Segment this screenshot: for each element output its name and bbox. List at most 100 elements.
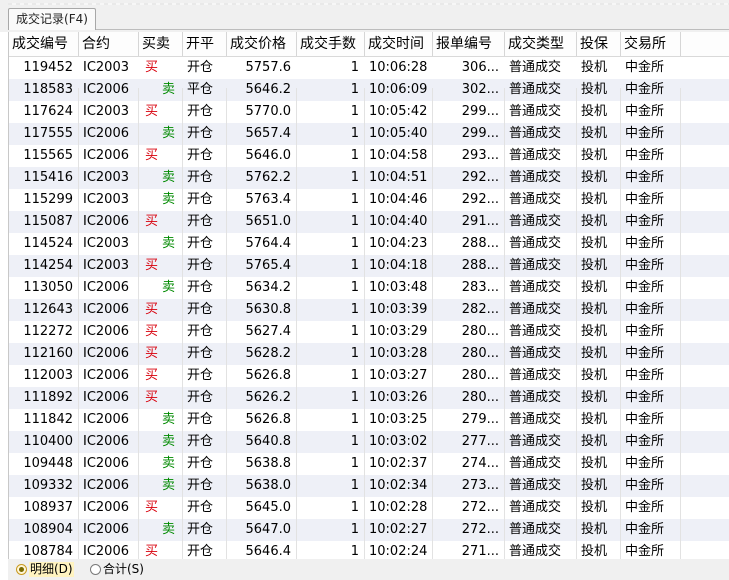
cell-open-close: 开仓 <box>187 280 214 295</box>
table-row[interactable]: 118583 IC2006 卖平仓 5646.2 1 10:06:09 302... 普通成交… <box>9 79 729 101</box>
cell-hedge-flag: 投机 <box>581 192 608 207</box>
column-header-exchange[interactable]: 交易所 <box>621 32 681 56</box>
table-row[interactable]: 117555 IC2006 卖开仓 5657.4 1 10:05:40 299... 普通成交… <box>9 123 729 145</box>
column-header-contract[interactable]: 合约 <box>79 32 139 56</box>
column-header-time[interactable]: 成交时间 <box>365 32 433 56</box>
cell-trade-id: 111892 <box>23 390 73 405</box>
cell-direction: 买 <box>145 324 159 339</box>
detail-radio-dot[interactable] <box>16 564 27 575</box>
cell-trade-type: 普通成交 <box>509 390 562 405</box>
cell-trade-id: 111842 <box>23 412 73 427</box>
column-header-hedge-flag[interactable]: 投保 <box>577 32 621 56</box>
column-separator <box>504 88 505 559</box>
column-header-volume[interactable]: 成交手数 <box>297 32 365 56</box>
cell-exchange: 中金所 <box>625 500 665 515</box>
cell-hedge-flag: 投机 <box>581 390 608 405</box>
cell-contract: IC2003 <box>83 60 129 75</box>
column-header-trade-id[interactable]: 成交编号 <box>9 32 79 56</box>
cell-exchange: 中金所 <box>625 390 665 405</box>
cell-time: 10:04:23 <box>369 236 428 251</box>
table-row[interactable]: 112643 IC2006 买 开仓 5630.8 1 10:03:39 282... 普通成交… <box>9 299 729 321</box>
column-header-open-close[interactable]: 开平 <box>183 32 227 56</box>
cell-trade-id: 115087 <box>23 214 73 229</box>
table-row[interactable]: 117624 IC2003 买 开仓 5770.0 1 10:05:42 299... 普通成交… <box>9 101 729 123</box>
table-row[interactable]: 109448 IC2006 卖开仓 5638.8 1 10:02:37 274... 普通成交… <box>9 453 729 475</box>
summary-radio-dot[interactable] <box>90 564 101 575</box>
cell-order-id: 288... <box>461 236 499 251</box>
cell-direction: 卖 <box>161 280 175 295</box>
cell-contract: IC2006 <box>83 280 129 295</box>
cell-hedge-flag: 投机 <box>581 170 608 185</box>
cell-hedge-flag: 投机 <box>581 126 608 141</box>
cell-volume: 1 <box>350 104 359 119</box>
cell-order-id: 306... <box>461 60 499 75</box>
table-row[interactable]: 112160 IC2006 买 开仓 5628.2 1 10:03:28 280... 普通成交… <box>9 343 729 365</box>
table-row[interactable]: 115299 IC2003 卖开仓 5763.4 1 10:04:46 292... 普通成交… <box>9 189 729 211</box>
summary-radio[interactable]: 合计(S) <box>90 562 144 577</box>
cell-order-id: 273... <box>461 478 499 493</box>
cell-hedge-flag: 投机 <box>581 302 608 317</box>
table-row[interactable]: 111892 IC2006 买 开仓 5626.2 1 10:03:26 280... 普通成交… <box>9 387 729 409</box>
cell-price: 5627.4 <box>245 324 292 339</box>
table-row[interactable]: 108937 IC2006 买 开仓 5645.0 1 10:02:28 272... 普通成交… <box>9 497 729 519</box>
table-row[interactable]: 111842 IC2006 卖开仓 5626.8 1 10:03:25 279... 普通成交… <box>9 409 729 431</box>
cell-price: 5646.0 <box>245 148 292 163</box>
table-row[interactable]: 114254 IC2003 买 开仓 5765.4 1 10:04:18 288... 普通成交… <box>9 255 729 277</box>
cell-hedge-flag: 投机 <box>581 258 608 273</box>
cell-price: 5657.4 <box>245 126 292 141</box>
cell-volume: 1 <box>350 456 359 471</box>
cell-hedge-flag: 投机 <box>581 104 608 119</box>
cell-hedge-flag: 投机 <box>581 522 608 537</box>
cell-order-id: 280... <box>461 324 499 339</box>
cell-order-id: 283... <box>461 280 499 295</box>
cell-open-close: 开仓 <box>187 258 214 273</box>
column-separator <box>78 88 79 559</box>
cell-trade-type: 普通成交 <box>509 346 562 361</box>
cell-order-id: 280... <box>461 346 499 361</box>
column-header-price[interactable]: 成交价格 <box>227 32 297 56</box>
column-header-trade-type[interactable]: 成交类型 <box>505 32 577 56</box>
table-row[interactable]: 115565 IC2006 买 开仓 5646.0 1 10:04:58 293... 普通成交… <box>9 145 729 167</box>
cell-time: 10:02:24 <box>369 544 428 559</box>
cell-order-id: 292... <box>461 170 499 185</box>
cell-exchange: 中金所 <box>625 236 665 251</box>
table-row[interactable]: 115416 IC2003 卖开仓 5762.2 1 10:04:51 292... 普通成交… <box>9 167 729 189</box>
cell-trade-id: 113050 <box>23 280 73 295</box>
table-row[interactable]: 115087 IC2006 买 开仓 5651.0 1 10:04:40 291... 普通成交… <box>9 211 729 233</box>
table-row[interactable]: 109332 IC2006 卖开仓 5638.0 1 10:02:34 273... 普通成交… <box>9 475 729 497</box>
cell-direction: 买 <box>145 500 159 515</box>
cell-exchange: 中金所 <box>625 346 665 361</box>
cell-direction: 买 <box>145 544 159 559</box>
cell-direction: 卖 <box>161 456 175 471</box>
cell-time: 10:02:34 <box>369 478 428 493</box>
table-row[interactable]: 119452 IC2003 买 开仓 5757.6 1 10:06:28 306... 普通成交… <box>9 57 729 79</box>
tab-trade-records[interactable]: 成交记录(F4) <box>8 8 96 30</box>
table-row[interactable]: 114524 IC2003 卖开仓 5764.4 1 10:04:23 288... 普通成交… <box>9 233 729 255</box>
cell-order-id: 271... <box>461 544 499 559</box>
column-header-order-id[interactable]: 报单编号 <box>433 32 505 56</box>
cell-open-close: 开仓 <box>187 126 214 141</box>
cell-open-close: 开仓 <box>187 60 214 75</box>
cell-price: 5757.6 <box>245 60 292 75</box>
table-row[interactable]: 112003 IC2006 买 开仓 5626.8 1 10:03:27 280... 普通成交… <box>9 365 729 387</box>
cell-exchange: 中金所 <box>625 478 665 493</box>
table-row[interactable]: 110400 IC2006 卖开仓 5640.8 1 10:03:02 277... 普通成交… <box>9 431 729 453</box>
cell-price: 5647.0 <box>245 522 292 537</box>
cell-time: 10:02:27 <box>369 522 428 537</box>
cell-hedge-flag: 投机 <box>581 324 608 339</box>
column-header-direction[interactable]: 买卖 <box>139 32 183 56</box>
cell-trade-type: 普通成交 <box>509 434 562 449</box>
table-row[interactable]: 113050 IC2006 卖开仓 5634.2 1 10:03:48 283... 普通成交… <box>9 277 729 299</box>
cell-time: 10:04:40 <box>369 214 428 229</box>
cell-price: 5763.4 <box>245 192 292 207</box>
cell-trade-id: 110400 <box>23 434 73 449</box>
table-row[interactable]: 108904 IC2006 卖开仓 5647.0 1 10:02:27 272... 普通成交… <box>9 519 729 541</box>
cell-volume: 1 <box>350 434 359 449</box>
detail-radio[interactable]: 明细(D) <box>16 562 74 577</box>
cell-contract: IC2006 <box>83 126 129 141</box>
table-row[interactable]: 112272 IC2006 买 开仓 5627.4 1 10:03:29 280... 普通成交… <box>9 321 729 343</box>
table-row[interactable]: 108784 IC2006 买 开仓 5646.4 1 10:02:24 271... 普通成交… <box>9 541 729 559</box>
cell-price: 5646.4 <box>245 544 292 559</box>
table-header: 成交编号 合约 买卖 开平 成交价格 成交手数 成交时间 报单编号 成交类型 投保 交易所 <box>9 32 729 57</box>
cell-volume: 1 <box>350 192 359 207</box>
